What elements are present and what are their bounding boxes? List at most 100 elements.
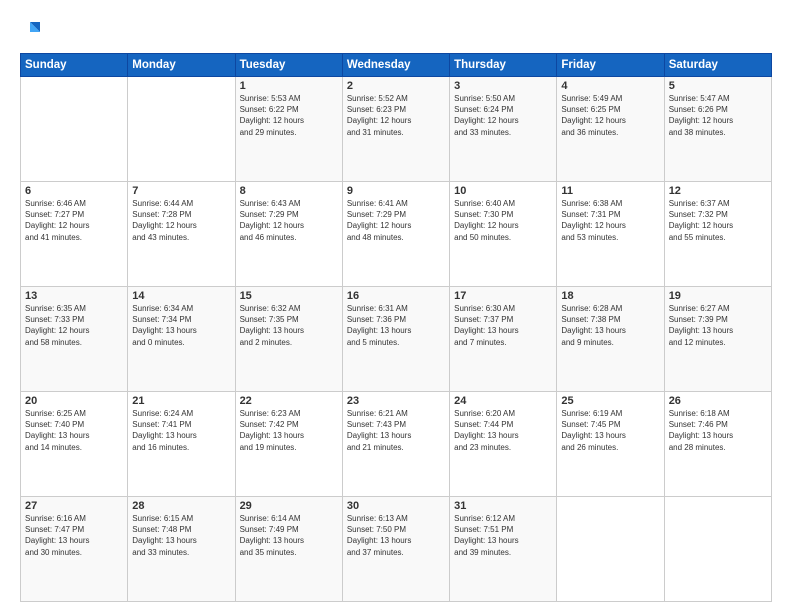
- day-info: Sunrise: 6:31 AM Sunset: 7:36 PM Dayligh…: [347, 303, 445, 348]
- day-cell: 15Sunrise: 6:32 AM Sunset: 7:35 PM Dayli…: [235, 287, 342, 392]
- day-cell: 29Sunrise: 6:14 AM Sunset: 7:49 PM Dayli…: [235, 497, 342, 602]
- day-number: 3: [454, 80, 552, 92]
- day-cell: 21Sunrise: 6:24 AM Sunset: 7:41 PM Dayli…: [128, 392, 235, 497]
- day-number: 19: [669, 290, 767, 302]
- day-cell: 7Sunrise: 6:44 AM Sunset: 7:28 PM Daylig…: [128, 182, 235, 287]
- day-number: 11: [561, 185, 659, 197]
- day-info: Sunrise: 6:28 AM Sunset: 7:38 PM Dayligh…: [561, 303, 659, 348]
- day-cell: 25Sunrise: 6:19 AM Sunset: 7:45 PM Dayli…: [557, 392, 664, 497]
- day-number: 20: [25, 395, 123, 407]
- day-cell: [664, 497, 771, 602]
- day-info: Sunrise: 6:30 AM Sunset: 7:37 PM Dayligh…: [454, 303, 552, 348]
- day-info: Sunrise: 6:35 AM Sunset: 7:33 PM Dayligh…: [25, 303, 123, 348]
- day-info: Sunrise: 5:52 AM Sunset: 6:23 PM Dayligh…: [347, 93, 445, 138]
- day-number: 22: [240, 395, 338, 407]
- day-info: Sunrise: 5:49 AM Sunset: 6:25 PM Dayligh…: [561, 93, 659, 138]
- calendar-body: 1Sunrise: 5:53 AM Sunset: 6:22 PM Daylig…: [21, 77, 772, 602]
- week-row-3: 13Sunrise: 6:35 AM Sunset: 7:33 PM Dayli…: [21, 287, 772, 392]
- day-cell: 16Sunrise: 6:31 AM Sunset: 7:36 PM Dayli…: [342, 287, 449, 392]
- day-number: 9: [347, 185, 445, 197]
- day-info: Sunrise: 6:18 AM Sunset: 7:46 PM Dayligh…: [669, 408, 767, 453]
- day-cell: 6Sunrise: 6:46 AM Sunset: 7:27 PM Daylig…: [21, 182, 128, 287]
- day-number: 24: [454, 395, 552, 407]
- day-info: Sunrise: 5:53 AM Sunset: 6:22 PM Dayligh…: [240, 93, 338, 138]
- day-cell: 2Sunrise: 5:52 AM Sunset: 6:23 PM Daylig…: [342, 77, 449, 182]
- day-info: Sunrise: 6:23 AM Sunset: 7:42 PM Dayligh…: [240, 408, 338, 453]
- page: SundayMondayTuesdayWednesdayThursdayFrid…: [0, 0, 792, 612]
- day-cell: 12Sunrise: 6:37 AM Sunset: 7:32 PM Dayli…: [664, 182, 771, 287]
- day-info: Sunrise: 6:24 AM Sunset: 7:41 PM Dayligh…: [132, 408, 230, 453]
- day-cell: 8Sunrise: 6:43 AM Sunset: 7:29 PM Daylig…: [235, 182, 342, 287]
- day-cell: [128, 77, 235, 182]
- day-number: 16: [347, 290, 445, 302]
- day-cell: 24Sunrise: 6:20 AM Sunset: 7:44 PM Dayli…: [450, 392, 557, 497]
- day-info: Sunrise: 6:14 AM Sunset: 7:49 PM Dayligh…: [240, 513, 338, 558]
- weekday-header-thursday: Thursday: [450, 54, 557, 77]
- day-info: Sunrise: 6:37 AM Sunset: 7:32 PM Dayligh…: [669, 198, 767, 243]
- day-number: 5: [669, 80, 767, 92]
- week-row-4: 20Sunrise: 6:25 AM Sunset: 7:40 PM Dayli…: [21, 392, 772, 497]
- day-number: 14: [132, 290, 230, 302]
- day-cell: 28Sunrise: 6:15 AM Sunset: 7:48 PM Dayli…: [128, 497, 235, 602]
- day-cell: 30Sunrise: 6:13 AM Sunset: 7:50 PM Dayli…: [342, 497, 449, 602]
- day-info: Sunrise: 6:46 AM Sunset: 7:27 PM Dayligh…: [25, 198, 123, 243]
- day-info: Sunrise: 6:43 AM Sunset: 7:29 PM Dayligh…: [240, 198, 338, 243]
- week-row-1: 1Sunrise: 5:53 AM Sunset: 6:22 PM Daylig…: [21, 77, 772, 182]
- day-number: 31: [454, 500, 552, 512]
- weekday-row: SundayMondayTuesdayWednesdayThursdayFrid…: [21, 54, 772, 77]
- day-info: Sunrise: 6:44 AM Sunset: 7:28 PM Dayligh…: [132, 198, 230, 243]
- day-cell: [557, 497, 664, 602]
- day-cell: 10Sunrise: 6:40 AM Sunset: 7:30 PM Dayli…: [450, 182, 557, 287]
- day-cell: 1Sunrise: 5:53 AM Sunset: 6:22 PM Daylig…: [235, 77, 342, 182]
- day-number: 8: [240, 185, 338, 197]
- week-row-2: 6Sunrise: 6:46 AM Sunset: 7:27 PM Daylig…: [21, 182, 772, 287]
- day-info: Sunrise: 6:15 AM Sunset: 7:48 PM Dayligh…: [132, 513, 230, 558]
- calendar-table: SundayMondayTuesdayWednesdayThursdayFrid…: [20, 53, 772, 602]
- day-number: 4: [561, 80, 659, 92]
- day-number: 13: [25, 290, 123, 302]
- day-info: Sunrise: 6:25 AM Sunset: 7:40 PM Dayligh…: [25, 408, 123, 453]
- day-number: 12: [669, 185, 767, 197]
- day-cell: 5Sunrise: 5:47 AM Sunset: 6:26 PM Daylig…: [664, 77, 771, 182]
- day-number: 28: [132, 500, 230, 512]
- day-info: Sunrise: 6:41 AM Sunset: 7:29 PM Dayligh…: [347, 198, 445, 243]
- logo: [20, 16, 44, 45]
- week-row-5: 27Sunrise: 6:16 AM Sunset: 7:47 PM Dayli…: [21, 497, 772, 602]
- day-info: Sunrise: 6:40 AM Sunset: 7:30 PM Dayligh…: [454, 198, 552, 243]
- calendar-header: SundayMondayTuesdayWednesdayThursdayFrid…: [21, 54, 772, 77]
- day-number: 26: [669, 395, 767, 407]
- day-info: Sunrise: 6:32 AM Sunset: 7:35 PM Dayligh…: [240, 303, 338, 348]
- day-number: 23: [347, 395, 445, 407]
- day-info: Sunrise: 5:50 AM Sunset: 6:24 PM Dayligh…: [454, 93, 552, 138]
- day-info: Sunrise: 6:16 AM Sunset: 7:47 PM Dayligh…: [25, 513, 123, 558]
- day-number: 1: [240, 80, 338, 92]
- weekday-header-sunday: Sunday: [21, 54, 128, 77]
- logo-icon: [22, 18, 44, 45]
- day-info: Sunrise: 6:19 AM Sunset: 7:45 PM Dayligh…: [561, 408, 659, 453]
- header: [20, 16, 772, 45]
- weekday-header-wednesday: Wednesday: [342, 54, 449, 77]
- day-number: 15: [240, 290, 338, 302]
- weekday-header-saturday: Saturday: [664, 54, 771, 77]
- day-number: 18: [561, 290, 659, 302]
- day-info: Sunrise: 6:12 AM Sunset: 7:51 PM Dayligh…: [454, 513, 552, 558]
- day-cell: 20Sunrise: 6:25 AM Sunset: 7:40 PM Dayli…: [21, 392, 128, 497]
- day-number: 7: [132, 185, 230, 197]
- day-number: 25: [561, 395, 659, 407]
- day-cell: 9Sunrise: 6:41 AM Sunset: 7:29 PM Daylig…: [342, 182, 449, 287]
- day-info: Sunrise: 6:38 AM Sunset: 7:31 PM Dayligh…: [561, 198, 659, 243]
- day-number: 6: [25, 185, 123, 197]
- day-info: Sunrise: 6:27 AM Sunset: 7:39 PM Dayligh…: [669, 303, 767, 348]
- weekday-header-tuesday: Tuesday: [235, 54, 342, 77]
- day-cell: 27Sunrise: 6:16 AM Sunset: 7:47 PM Dayli…: [21, 497, 128, 602]
- day-cell: 23Sunrise: 6:21 AM Sunset: 7:43 PM Dayli…: [342, 392, 449, 497]
- day-info: Sunrise: 6:13 AM Sunset: 7:50 PM Dayligh…: [347, 513, 445, 558]
- day-number: 10: [454, 185, 552, 197]
- day-number: 29: [240, 500, 338, 512]
- day-number: 2: [347, 80, 445, 92]
- day-cell: 14Sunrise: 6:34 AM Sunset: 7:34 PM Dayli…: [128, 287, 235, 392]
- day-cell: 4Sunrise: 5:49 AM Sunset: 6:25 PM Daylig…: [557, 77, 664, 182]
- weekday-header-monday: Monday: [128, 54, 235, 77]
- day-info: Sunrise: 6:21 AM Sunset: 7:43 PM Dayligh…: [347, 408, 445, 453]
- day-number: 21: [132, 395, 230, 407]
